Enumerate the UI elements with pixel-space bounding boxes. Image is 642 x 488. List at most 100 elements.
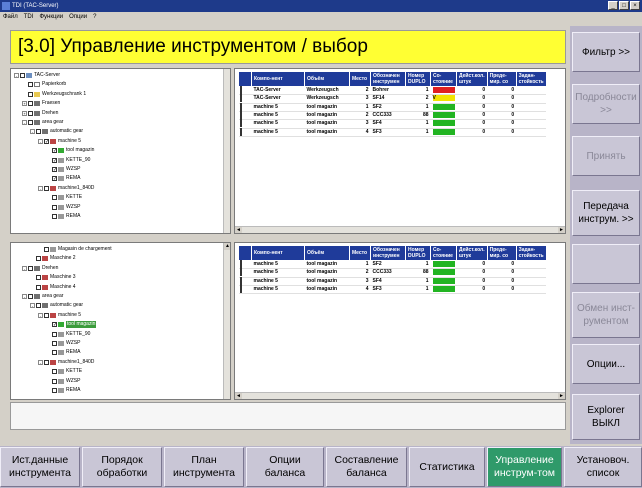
tree-node[interactable]: ✓ tool magazin: [46, 321, 97, 329]
node-checkbox[interactable]: [52, 378, 57, 384]
node-checkbox[interactable]: [20, 73, 25, 78]
tree-node[interactable]: - Drehen: [22, 265, 58, 272]
scroll-right-icon[interactable]: ►: [558, 227, 565, 233]
table-row[interactable]: machine 5 tool magazin 3 SF4 1 0 0: [238, 119, 547, 129]
menu-options[interactable]: Опции: [69, 12, 87, 22]
explorer-off-button[interactable]: Explorer ВЫКЛ: [572, 394, 640, 440]
scroll-up-icon[interactable]: ▲: [224, 243, 230, 250]
node-checkbox[interactable]: ✓: [52, 157, 57, 163]
node-checkbox[interactable]: [28, 91, 33, 97]
column-header[interactable]: Со-стояние: [430, 245, 457, 261]
column-header[interactable]: Номер DUPLO: [405, 245, 431, 261]
checkbox-icon[interactable]: [239, 260, 242, 269]
column-header[interactable]: Обозначен инструмен: [370, 71, 406, 87]
node-checkbox[interactable]: [44, 359, 49, 365]
setup-list-button[interactable]: Установоч. список: [564, 447, 642, 487]
tree-node[interactable]: ✓ WZSP: [46, 166, 80, 173]
node-checkbox[interactable]: ✓: [52, 322, 57, 328]
scroll-left-icon[interactable]: ◄: [235, 393, 242, 399]
tree-node[interactable]: - machine1_840D: [38, 359, 94, 366]
tool-data-button[interactable]: Ист.данные инструмента: [0, 447, 80, 487]
column-header[interactable]: Дейст.кол. штук: [456, 245, 488, 261]
column-header[interactable]: Компо-нент: [251, 245, 305, 261]
table-row[interactable]: machine 5 tool magazin 1 SF2 1 0 0: [238, 260, 547, 270]
details-button[interactable]: Подробности >>: [572, 84, 640, 124]
checkbox-icon[interactable]: [239, 127, 242, 136]
expand-icon[interactable]: +: [22, 101, 27, 107]
tree-node[interactable]: WZSP: [46, 378, 80, 385]
node-checkbox[interactable]: [44, 247, 49, 252]
menu-functions[interactable]: Функции: [39, 12, 63, 22]
tree-node[interactable]: - ✓ machine 5: [38, 138, 81, 145]
tree-node[interactable]: + Fraesen: [22, 100, 60, 107]
collapse-icon[interactable]: -: [30, 303, 35, 309]
collapse-icon[interactable]: -: [38, 185, 43, 191]
column-header[interactable]: Преде-мир. со: [486, 71, 517, 87]
close-icon[interactable]: ×: [630, 1, 640, 10]
collapse-icon[interactable]: -: [22, 294, 27, 299]
node-checkbox[interactable]: [52, 204, 57, 210]
tree-node[interactable]: - area gear: [22, 293, 63, 300]
accept-button[interactable]: Принять: [572, 136, 640, 176]
tree-node[interactable]: REMA: [46, 387, 80, 394]
node-checkbox[interactable]: [36, 284, 41, 290]
node-checkbox[interactable]: [28, 120, 33, 125]
node-checkbox[interactable]: [36, 129, 41, 135]
checkbox-icon[interactable]: [239, 111, 242, 120]
column-header[interactable]: Со-стояние: [430, 71, 457, 87]
tree-node[interactable]: Werkzeugschrank 1: [22, 91, 86, 98]
node-checkbox[interactable]: [44, 312, 49, 318]
balance-options-button[interactable]: Опции баланса: [246, 447, 324, 487]
tree-node[interactable]: + Drehen: [22, 110, 58, 117]
checkbox-icon[interactable]: [239, 276, 242, 285]
scroll-right-icon[interactable]: ►: [558, 393, 565, 399]
row-checkbox[interactable]: [238, 268, 252, 278]
collapse-icon[interactable]: -: [38, 312, 43, 318]
maximize-icon[interactable]: □: [619, 1, 629, 10]
node-checkbox[interactable]: ✓: [52, 176, 57, 182]
tool-management-button[interactable]: Управление инструм-том: [487, 447, 562, 487]
table-row[interactable]: TAC-Server Werkzeugsch 3 SF14 2 V 0 0: [238, 94, 547, 104]
node-checkbox[interactable]: [52, 331, 57, 337]
node-checkbox[interactable]: [52, 341, 57, 346]
node-checkbox[interactable]: [28, 294, 33, 299]
checkbox-icon[interactable]: [239, 94, 242, 103]
checkbox-icon[interactable]: [239, 268, 242, 277]
checkbox-icon[interactable]: [239, 102, 242, 111]
column-header[interactable]: Объём: [304, 71, 350, 87]
node-checkbox[interactable]: [28, 101, 33, 107]
column-header[interactable]: Дейст.кол. штук: [456, 71, 488, 87]
tree-node[interactable]: Maschine 2: [30, 255, 76, 262]
empty-softkey[interactable]: [572, 244, 640, 284]
node-checkbox[interactable]: [44, 185, 49, 191]
tree-node[interactable]: - TAC-Server: [14, 72, 60, 79]
node-checkbox[interactable]: ✓: [52, 167, 57, 173]
node-checkbox[interactable]: [28, 110, 33, 116]
node-checkbox[interactable]: ✓: [44, 138, 49, 144]
collapse-icon[interactable]: -: [22, 265, 27, 271]
menu-file[interactable]: Файл: [3, 12, 18, 22]
tree-panel-bottom[interactable]: ▲ Magasin de chargement Maschine 2 - Drehen…: [10, 242, 231, 400]
menu-help[interactable]: ?: [93, 12, 96, 22]
expand-icon[interactable]: +: [22, 110, 27, 116]
filter-button[interactable]: Фильтр >>: [572, 32, 640, 72]
column-header[interactable]: Номер DUPLO: [405, 71, 431, 87]
row-checkbox[interactable]: [238, 119, 252, 129]
tool-plan-button[interactable]: План инструмента: [164, 447, 244, 487]
balance-compose-button[interactable]: Составление баланса: [326, 447, 407, 487]
tree-node[interactable]: Papierkorb: [22, 81, 66, 88]
column-header[interactable]: Компо-нент: [251, 71, 305, 87]
grid-top-hscroll[interactable]: ◄ ►: [235, 226, 565, 233]
collapse-icon[interactable]: -: [30, 129, 35, 135]
tree-node[interactable]: REMA: [46, 349, 80, 356]
statistics-button[interactable]: Статистика: [409, 447, 485, 487]
collapse-icon[interactable]: -: [38, 359, 43, 365]
tree-node[interactable]: Maschine 3: [30, 274, 76, 281]
grid-bottom-hscroll[interactable]: ◄ ►: [235, 392, 565, 399]
tree-node[interactable]: ✓ KETTE_90: [46, 157, 90, 164]
column-header[interactable]: Задан-стойкость: [515, 245, 547, 261]
grid-panel-top[interactable]: Компо-нент Объём Место Обозначен инструмен Н…: [234, 68, 566, 234]
table-row[interactable]: machine 5 tool magazin 4 SF3 1 0 0: [238, 127, 547, 137]
node-checkbox[interactable]: [52, 214, 57, 219]
node-checkbox[interactable]: [36, 256, 41, 262]
